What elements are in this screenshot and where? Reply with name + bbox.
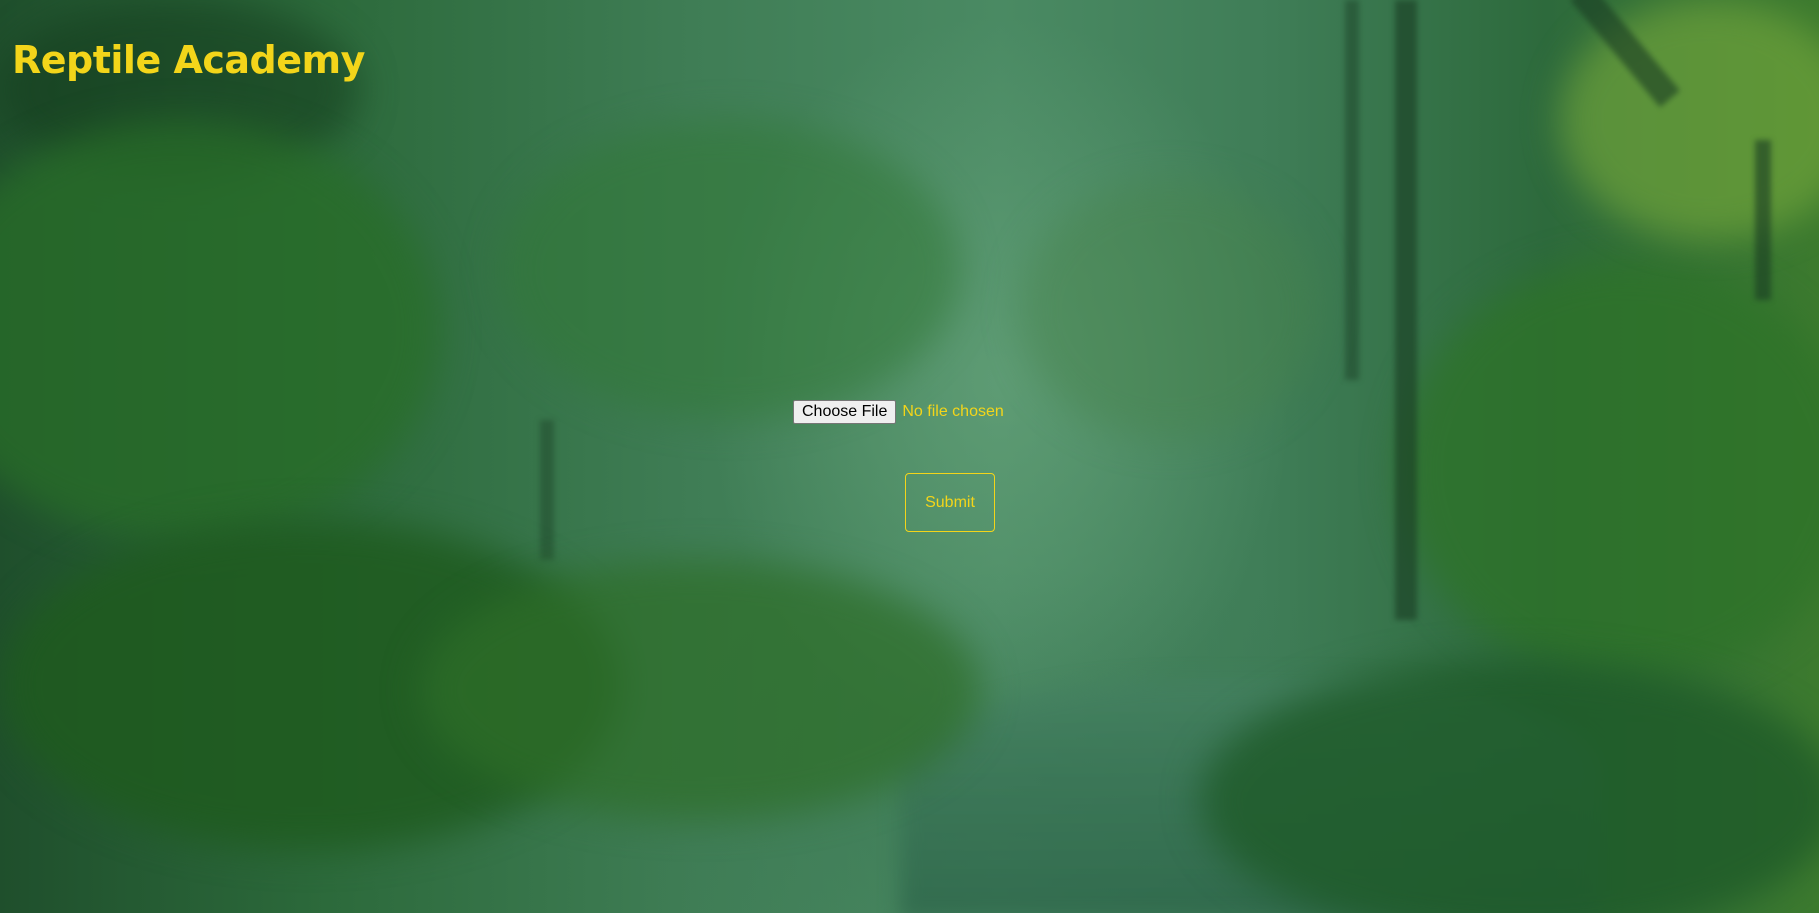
jungle-background-image (0, 0, 1819, 913)
background-tree-trunk (1345, 0, 1359, 380)
background-foliage (1560, 0, 1819, 240)
choose-file-button[interactable]: Choose File (793, 400, 897, 424)
background-tree-trunk (1395, 0, 1417, 620)
background-tree-trunk (540, 420, 554, 560)
background-foliage (0, 120, 440, 540)
site-title[interactable]: Reptile Academy (12, 38, 365, 82)
background-foliage (420, 560, 980, 820)
background-foliage (1400, 260, 1819, 680)
background-foliage (1020, 180, 1320, 440)
file-status-text: No file chosen (902, 403, 1004, 420)
submit-button[interactable]: Submit (905, 473, 995, 532)
file-upload-input[interactable]: Choose File No file chosen (793, 400, 1004, 424)
background-tree-trunk (1755, 140, 1771, 300)
background-foliage (500, 120, 960, 420)
